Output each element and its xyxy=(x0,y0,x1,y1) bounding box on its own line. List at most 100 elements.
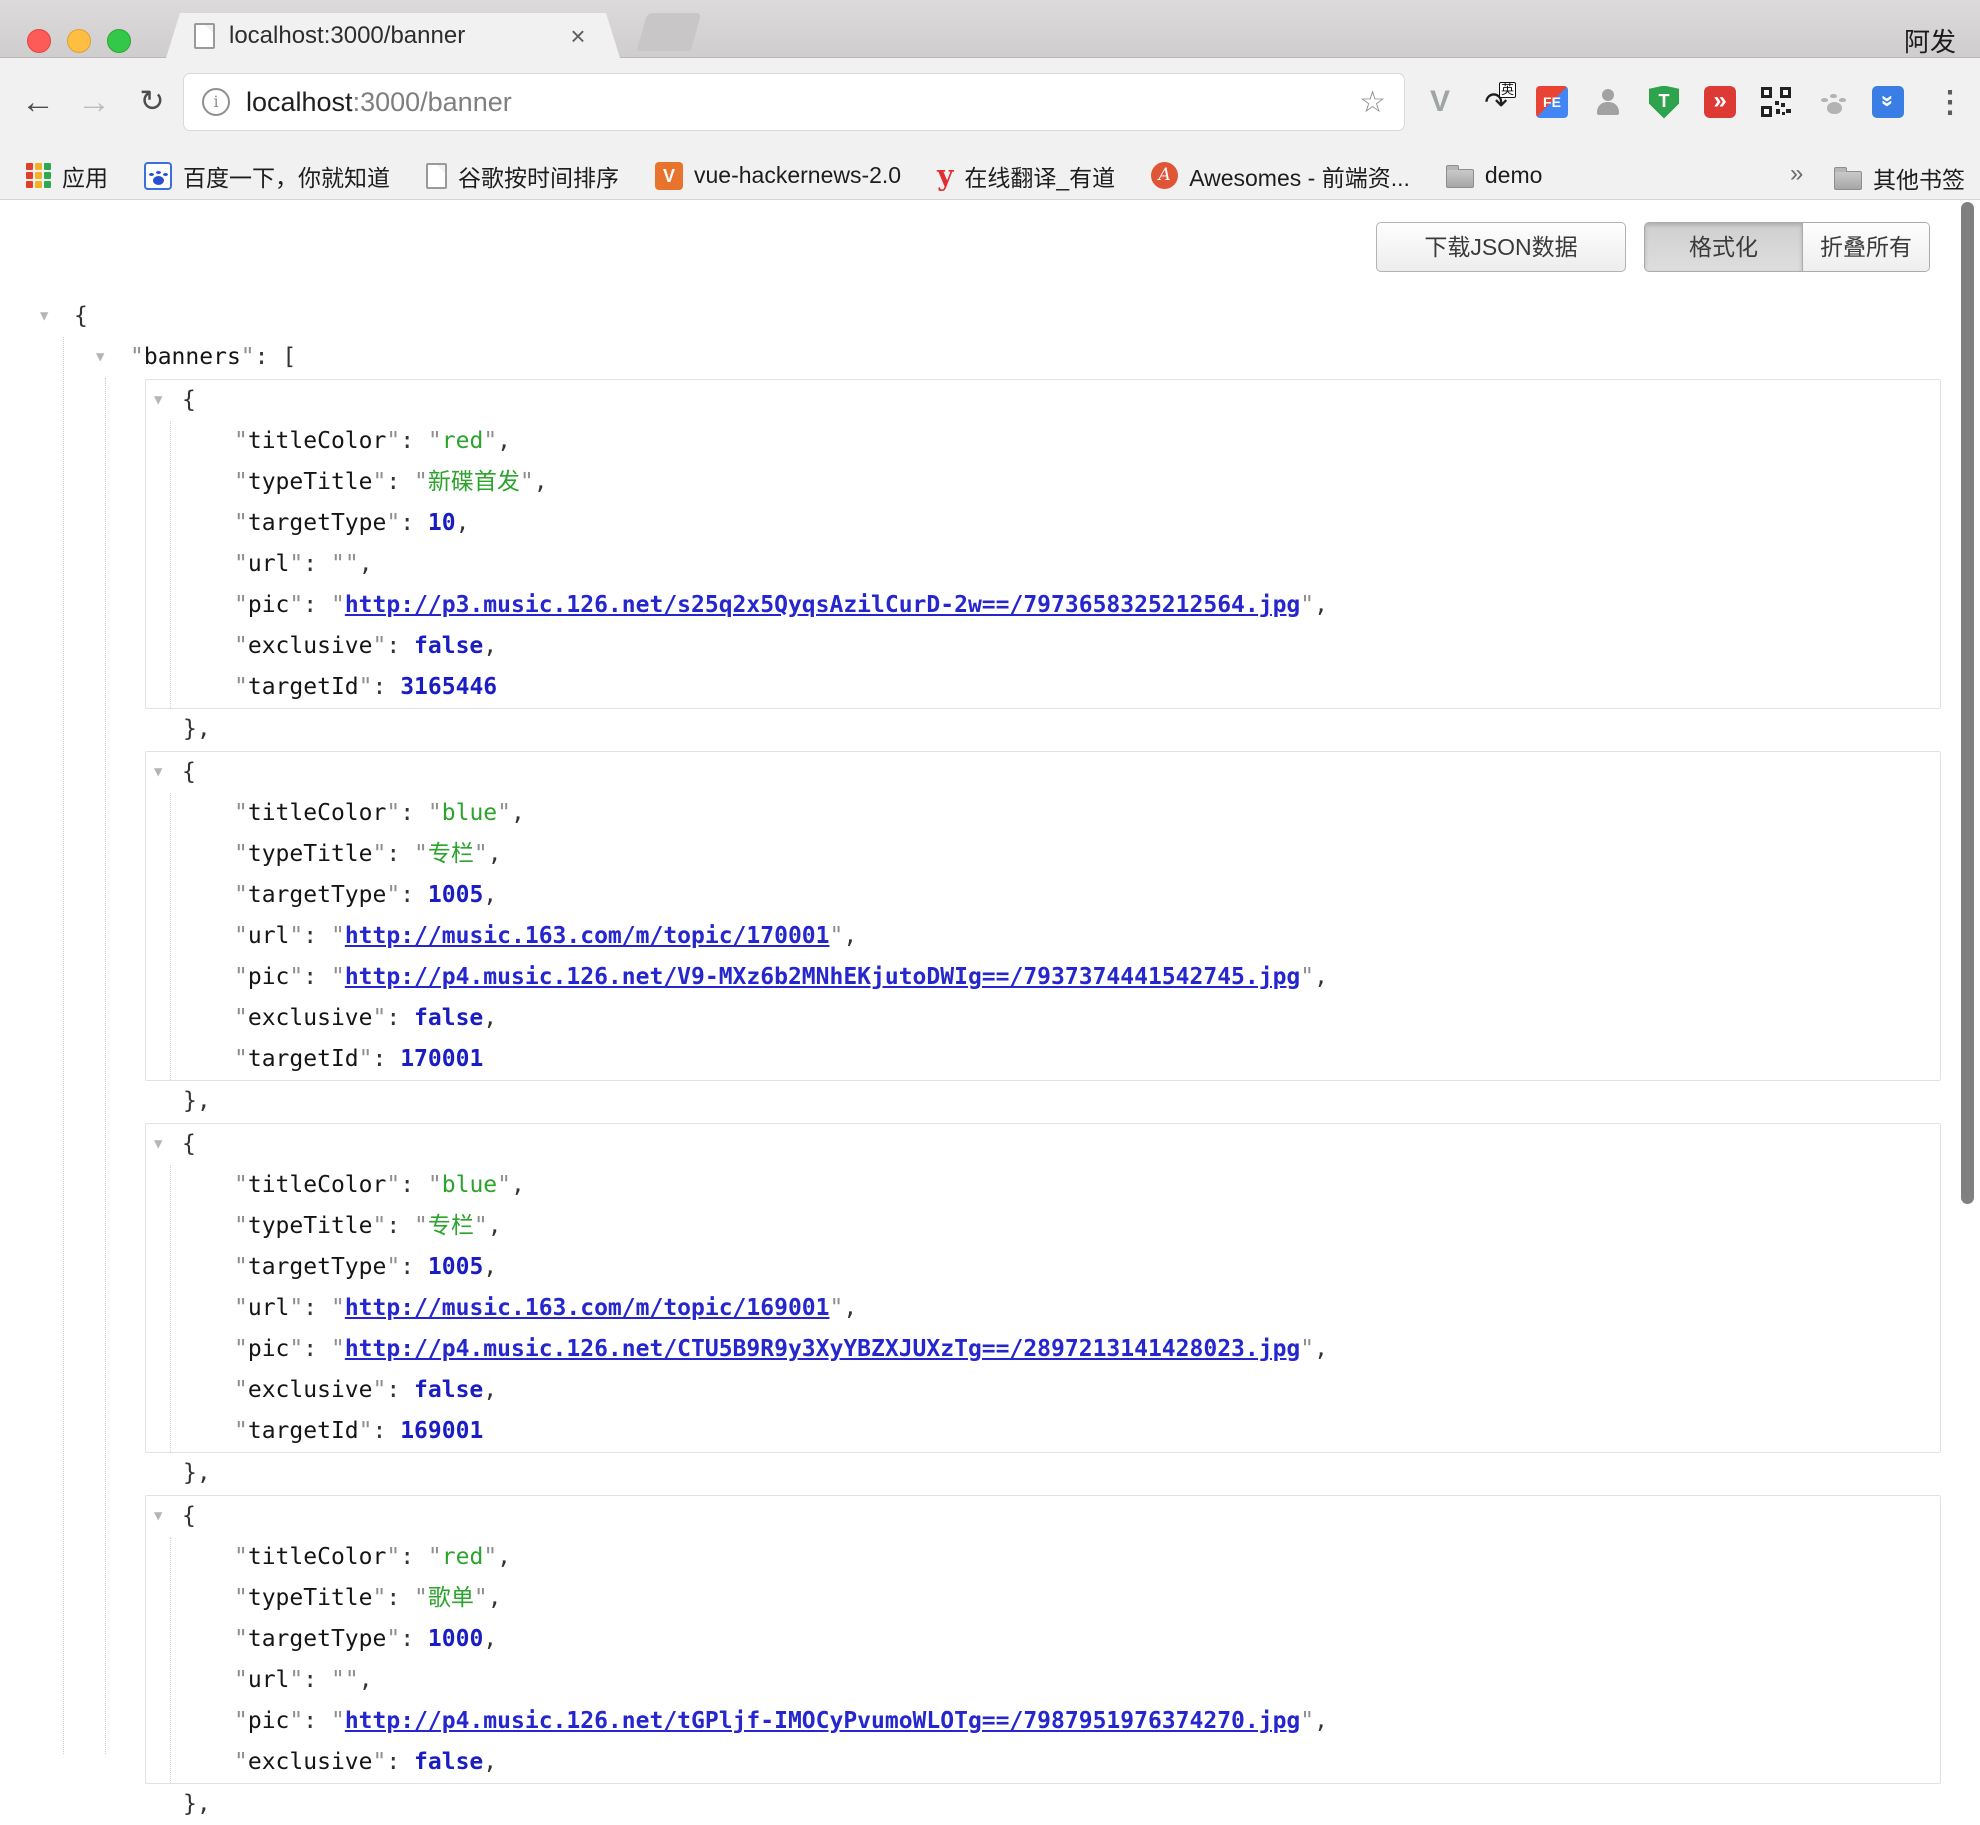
browser-profile-name[interactable]: 阿发 xyxy=(1904,22,1956,59)
back-icon[interactable] xyxy=(14,78,62,126)
bookmark-label: 百度一下，你就知道 xyxy=(183,159,390,193)
address-bar[interactable]: localhost:3000/banner xyxy=(183,73,1405,131)
json-quote: " xyxy=(1300,1336,1314,1362)
new-tab-button[interactable] xyxy=(637,13,702,51)
json-quote: " xyxy=(234,1749,248,1775)
browser-menu-icon[interactable] xyxy=(1930,80,1970,124)
json-link[interactable]: http://p3.music.126.net/s25q2x5QyqsAzilC… xyxy=(345,592,1300,618)
json-object-open: { xyxy=(146,1124,1940,1165)
json-quote: " xyxy=(234,633,248,659)
json-quote: " xyxy=(289,1708,303,1734)
json-quote: " xyxy=(428,800,442,826)
bookmark-label: 谷歌按时间排序 xyxy=(458,159,619,193)
forward-icon[interactable] xyxy=(70,78,118,126)
zoom-window-button[interactable] xyxy=(107,29,131,53)
bookmark-google-sort[interactable]: 谷歌按时间排序 xyxy=(426,159,619,193)
fe-extension-icon[interactable] xyxy=(1532,80,1572,124)
translate-extension-icon[interactable]: 英 xyxy=(1476,80,1516,124)
collapse-triangle-icon[interactable] xyxy=(154,1496,162,1537)
page-info-icon[interactable] xyxy=(202,88,230,116)
json-quote: " xyxy=(241,344,255,370)
bookmark-awesomes[interactable]: Awesomes - 前端资... xyxy=(1151,159,1410,193)
format-button[interactable]: 格式化 xyxy=(1645,223,1803,271)
fast-forward-icon xyxy=(1704,86,1736,118)
json-quote: " xyxy=(289,1295,303,1321)
json-field-line: "titleColor": "blue", xyxy=(146,793,1940,834)
json-colon: : xyxy=(400,882,428,908)
json-colon: : xyxy=(386,1213,414,1239)
json-value-boolean: false xyxy=(414,633,483,659)
json-object-open: { xyxy=(146,752,1940,793)
bookmark-folder-demo[interactable]: demo xyxy=(1446,162,1543,189)
json-quote: " xyxy=(345,1667,359,1693)
json-bracket: [ xyxy=(282,344,296,370)
bookmark-label: vue-hackernews-2.0 xyxy=(694,162,901,189)
collapse-triangle-icon[interactable] xyxy=(154,752,162,793)
json-quote: " xyxy=(497,800,511,826)
json-quote: " xyxy=(372,469,386,495)
json-key: url xyxy=(248,923,290,949)
json-quote: " xyxy=(289,592,303,618)
collapse-all-button[interactable]: 折叠所有 xyxy=(1803,223,1929,271)
bookmark-label: demo xyxy=(1485,162,1543,189)
json-colon: : xyxy=(386,469,414,495)
collapse-triangle-icon[interactable] xyxy=(154,1124,162,1165)
bookmark-baidu[interactable]: 百度一下，你就知道 xyxy=(144,159,390,193)
close-window-button[interactable] xyxy=(27,29,51,53)
bookmark-folder-other[interactable]: 其他书签 xyxy=(1834,161,1965,195)
paw-extension-icon[interactable] xyxy=(1814,80,1854,124)
json-comma: , xyxy=(1314,1336,1328,1362)
json-quote: " xyxy=(428,428,442,454)
json-value-string: 专栏 xyxy=(428,1213,474,1239)
scrollbar-thumb[interactable] xyxy=(1961,202,1974,1204)
json-comma: , xyxy=(488,1585,502,1611)
collapse-triangle-icon[interactable] xyxy=(96,337,104,378)
json-link[interactable]: http://p4.music.126.net/CTU5B9R9y3XyYBZX… xyxy=(345,1336,1300,1362)
browser-tab[interactable]: localhost:3000/banner xyxy=(166,13,620,58)
json-quote: " xyxy=(234,1667,248,1693)
bookmarks-overflow-chevron[interactable]: » xyxy=(1790,160,1803,188)
reload-icon[interactable] xyxy=(128,78,176,126)
vue-devtools-extension-icon[interactable] xyxy=(1420,80,1460,124)
youdao-icon xyxy=(937,163,953,189)
json-quote: " xyxy=(234,1585,248,1611)
folder-icon xyxy=(1446,169,1474,188)
json-quote: " xyxy=(331,1708,345,1734)
fast-forward-extension-icon[interactable] xyxy=(1700,80,1740,124)
json-key: exclusive xyxy=(248,1005,373,1031)
json-field-line: "pic": "http://p4.music.126.net/V9-MXz6b… xyxy=(146,957,1940,998)
json-link[interactable]: http://p4.music.126.net/V9-MXz6b2MNhEKju… xyxy=(345,964,1300,990)
json-link[interactable]: http://music.163.com/m/topic/169001 xyxy=(345,1295,830,1321)
bookmark-youdao[interactable]: 在线翻译_有道 xyxy=(937,159,1115,193)
json-key: exclusive xyxy=(248,633,373,659)
json-colon: : xyxy=(400,1626,428,1652)
collapse-triangle-icon[interactable] xyxy=(154,380,162,421)
json-key: typeTitle xyxy=(248,469,373,495)
json-comma: , xyxy=(456,510,470,536)
profile-silhouette-extension-icon[interactable] xyxy=(1588,80,1628,124)
json-brace: }, xyxy=(183,1791,211,1817)
person-icon xyxy=(1593,87,1623,117)
json-quote: " xyxy=(234,1336,248,1362)
bookmark-star-icon[interactable] xyxy=(1359,85,1386,120)
bookmark-vue-hackernews[interactable]: vue-hackernews-2.0 xyxy=(655,162,901,190)
json-array-key-line: "banners": [ xyxy=(0,337,1980,378)
tab-close-icon[interactable] xyxy=(564,22,592,50)
json-field-line: "targetId": 3165446 xyxy=(146,667,1940,708)
json-quote: " xyxy=(234,923,248,949)
json-object-close: }, xyxy=(0,1784,1980,1825)
minimize-window-button[interactable] xyxy=(67,29,91,53)
download-manager-extension-icon[interactable] xyxy=(1868,80,1908,124)
json-quote: " xyxy=(474,1213,488,1239)
collapse-triangle-icon[interactable] xyxy=(40,296,48,337)
bookmark-apps[interactable]: 应用 xyxy=(26,159,108,193)
json-quote: " xyxy=(234,1005,248,1031)
json-quote: " xyxy=(331,923,345,949)
download-json-button[interactable]: 下载JSON数据 xyxy=(1376,222,1626,272)
json-comma: , xyxy=(511,800,525,826)
shield-extension-icon[interactable] xyxy=(1644,80,1684,124)
json-link[interactable]: http://p4.music.126.net/tGPljf-IMOCyPvum… xyxy=(345,1708,1300,1734)
qr-code-extension-icon[interactable] xyxy=(1756,80,1796,124)
json-link[interactable]: http://music.163.com/m/topic/170001 xyxy=(345,923,830,949)
json-colon: : xyxy=(303,1708,331,1734)
